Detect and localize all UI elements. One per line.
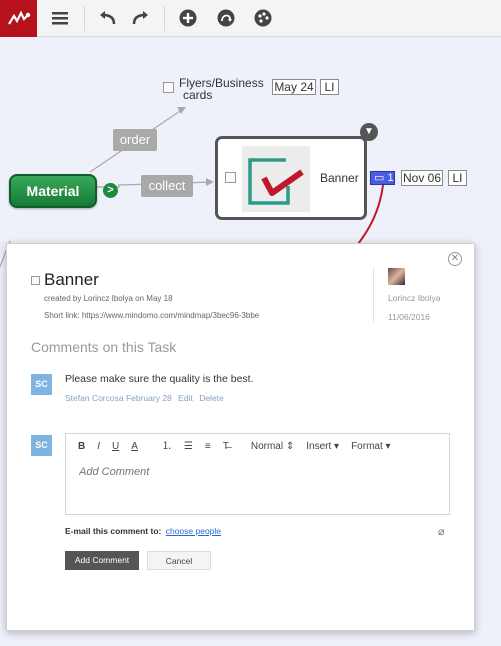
section-heading: Comments on this Task [31,339,177,355]
central-topic-material[interactable]: Material [9,174,97,208]
task-checkbox[interactable] [31,276,40,285]
avatar: SC [31,435,52,456]
assignee-tag[interactable]: LI [448,170,467,186]
comment-text: Please make sure the quality is the best… [65,373,254,385]
comment-count: 1 [387,172,394,184]
task-checkbox[interactable] [163,82,174,93]
chevron-down-icon[interactable]: ▼ [360,123,378,141]
redo-icon[interactable] [128,7,152,29]
comment-input[interactable] [79,466,419,478]
menu-icon[interactable] [48,7,72,29]
paragraph-style-dropdown[interactable]: Normal ⇕ [245,434,300,460]
italic-button[interactable]: I [91,434,106,460]
comment-meta: Stefan Corcosa February 28 Edit Delete [65,393,224,403]
cancel-button[interactable]: Cancel [147,551,211,570]
close-icon[interactable]: ✕ [448,252,462,266]
editor-toolbar: B I U A ⒈ ☰ ≡ T̶ Normal ⇕ Insert ▾ Forma… [66,434,449,460]
assignee-tag[interactable]: LI [320,79,339,95]
align-left-icon[interactable]: ≡ [199,434,217,460]
email-label: E-mail this comment to: [65,526,162,536]
short-link-url[interactable]: https://www.mindomo.com/mindmap/3bec96-3… [82,311,259,320]
insert-label: Insert [306,441,332,452]
comment-icon: ▭ [374,172,385,184]
edit-link[interactable]: Edit [178,393,193,403]
comment-author-date: Stefan Corcosa February 28 [65,393,172,403]
add-comment-button[interactable]: Add Comment [65,551,139,570]
expand-toggle[interactable]: > [103,183,118,198]
add-topic-icon[interactable] [176,7,200,29]
checkbox-tick-icon [248,158,304,205]
short-link-row: Short link: https://www.mindomo.com/mind… [44,311,259,320]
delete-link[interactable]: Delete [199,393,224,403]
due-date-tag[interactable]: Nov 06 [401,170,443,186]
style-palette-icon[interactable] [251,7,275,29]
bold-button[interactable]: B [72,434,91,460]
text-color-button[interactable]: A [125,434,144,460]
insert-dropdown[interactable]: Insert ▾ [300,434,345,460]
relation-label-text: order [119,132,151,147]
toolbar-divider [164,6,165,31]
format-dropdown[interactable]: Format ▾ [345,434,396,460]
dialog-title: Banner [44,270,99,289]
task-image [242,146,310,212]
owner-name: Lorincz Ibolya [388,293,441,303]
clear-format-icon[interactable]: T̶ [217,434,235,460]
underline-button[interactable]: U [106,434,125,460]
toolbar [0,0,501,37]
email-row: E-mail this comment to: choose people [65,526,221,536]
relation-label-order[interactable]: order [113,129,157,151]
app-logo-icon[interactable] [0,0,37,37]
avatar: SC [31,374,52,395]
format-label: Format [351,441,383,452]
task-checkbox[interactable] [225,172,236,183]
comment-count-badge[interactable]: ▭ 1 [370,171,395,185]
divider [373,268,374,322]
attachment-icon[interactable]: ⌀ [438,525,445,538]
relationship-icon[interactable] [214,7,238,29]
relation-label-collect[interactable]: collect [141,175,193,197]
comment-editor: B I U A ⒈ ☰ ≡ T̶ Normal ⇕ Insert ▾ Forma… [65,433,450,515]
short-link-label: Short link: [44,311,80,320]
due-date-tag[interactable]: May 24 [272,79,316,95]
toolbar-divider [84,6,85,31]
avatar [388,268,405,285]
choose-people-link[interactable]: choose people [166,526,221,536]
paragraph-style-value: Normal [250,441,284,452]
central-topic-label: Material [26,183,80,199]
numbered-list-icon[interactable]: ⒈ [156,434,178,460]
owner-date: 11/06/2016 [388,312,430,322]
bullet-list-icon[interactable]: ☰ [178,434,199,460]
relation-label-text: collect [148,178,186,193]
topic-flyers-line2[interactable]: cards [183,89,212,101]
topic-banner-label[interactable]: Banner [320,172,359,184]
created-by-text: created by Lorincz Ibolya on May 18 [44,294,173,303]
undo-icon[interactable] [96,7,120,29]
